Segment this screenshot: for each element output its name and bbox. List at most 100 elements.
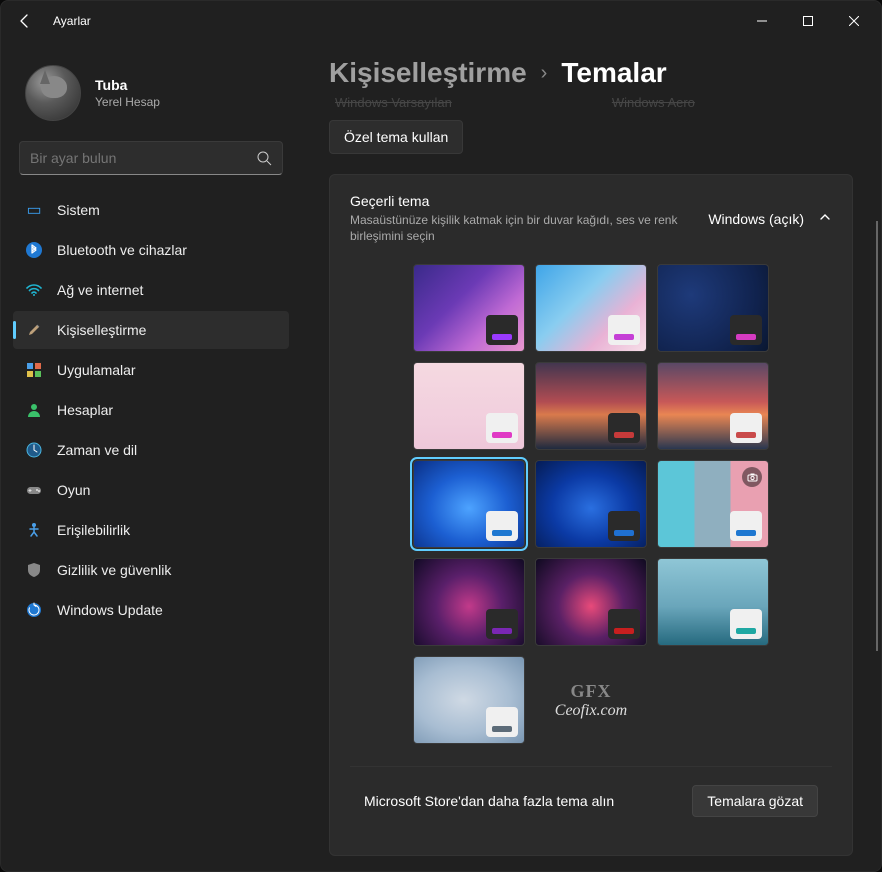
accent-swatch: [492, 726, 512, 732]
nav-label: Sistem: [57, 202, 100, 218]
theme-tile[interactable]: [657, 558, 769, 646]
theme-tile[interactable]: [413, 264, 525, 352]
camera-icon: [742, 467, 762, 487]
theme-tile[interactable]: [657, 264, 769, 352]
window-title: Ayarlar: [53, 14, 91, 28]
content-area: Kişiselleştirme › Temalar Windows Varsay…: [301, 41, 881, 871]
shield-icon: [25, 561, 43, 579]
search-input[interactable]: [30, 150, 256, 166]
mode-badge-dark: [608, 413, 640, 443]
nav-label: Gizlilik ve güvenlik: [57, 562, 171, 578]
mode-badge-dark: [486, 609, 518, 639]
mode-badge-light: [730, 609, 762, 639]
avatar: [25, 65, 81, 121]
nav-item-system[interactable]: ▭ Sistem: [13, 191, 289, 229]
nav-item-bluetooth[interactable]: Bluetooth ve cihazlar: [13, 231, 289, 269]
gamepad-icon: [25, 481, 43, 499]
profile-subtitle: Yerel Hesap: [95, 95, 160, 109]
chevron-up-icon[interactable]: [818, 210, 832, 227]
panel-footer: Microsoft Store'dan daha fazla tema alın…: [350, 766, 832, 835]
nav-item-privacy[interactable]: Gizlilik ve güvenlik: [13, 551, 289, 589]
mode-badge-light: [486, 413, 518, 443]
window-controls: [739, 6, 877, 36]
close-button[interactable]: [831, 6, 877, 36]
wifi-icon: [25, 281, 43, 299]
theme-tile-selected[interactable]: [413, 460, 525, 548]
search-box[interactable]: [19, 141, 283, 175]
mode-badge-light: [730, 413, 762, 443]
panel-header[interactable]: Geçerli tema Masaüstünüze kişilik katmak…: [350, 193, 832, 244]
nav-label: Oyun: [57, 482, 90, 498]
nav-label: Erişilebilirlik: [57, 522, 130, 538]
minimize-icon: [757, 16, 767, 26]
theme-tile-spotlight[interactable]: [657, 460, 769, 548]
system-icon: ▭: [25, 201, 43, 219]
theme-tile[interactable]: [413, 656, 525, 744]
accent-swatch: [614, 628, 634, 634]
watermark-bottom: Ceofix.com: [555, 702, 627, 720]
theme-tile[interactable]: [413, 558, 525, 646]
minimize-button[interactable]: [739, 6, 785, 36]
nav-item-network[interactable]: Ağ ve internet: [13, 271, 289, 309]
theme-tile[interactable]: [413, 362, 525, 450]
accent-swatch: [614, 334, 634, 340]
nav-label: Bluetooth ve cihazlar: [57, 242, 187, 258]
person-icon: [25, 401, 43, 419]
settings-window: Ayarlar Tuba Yerel Hesap: [0, 0, 882, 872]
theme-tile[interactable]: [535, 558, 647, 646]
accent-swatch: [492, 628, 512, 634]
nav-label: Kişiselleştirme: [57, 322, 146, 338]
theme-tile[interactable]: [535, 362, 647, 450]
truncated-prev-row: Windows Varsayılan Windows Aero: [335, 95, 853, 110]
theme-tile[interactable]: [535, 460, 647, 548]
mode-badge-light: [730, 511, 762, 541]
bluetooth-icon: [25, 241, 43, 259]
nav-item-accessibility[interactable]: Erişilebilirlik: [13, 511, 289, 549]
mode-badge-dark: [608, 609, 640, 639]
panel-title: Geçerli tema: [350, 193, 690, 209]
profile-name: Tuba: [95, 77, 160, 93]
accent-swatch: [736, 432, 756, 438]
clock-globe-icon: [25, 441, 43, 459]
mode-badge-light: [608, 315, 640, 345]
panel-subtitle: Masaüstünüze kişilik katmak için bir duv…: [350, 212, 690, 244]
titlebar: Ayarlar: [1, 1, 881, 41]
theme-grid: GFX Ceofix.com: [350, 264, 832, 744]
nav-label: Uygulamalar: [57, 362, 136, 378]
nav-item-timelang[interactable]: Zaman ve dil: [13, 431, 289, 469]
nav-label: Ağ ve internet: [57, 282, 143, 298]
nav-item-personalization[interactable]: Kişiselleştirme: [13, 311, 289, 349]
nav-item-windowsupdate[interactable]: Windows Update: [13, 591, 289, 629]
watermark: GFX Ceofix.com: [535, 656, 647, 744]
accent-swatch: [736, 530, 756, 536]
scrollbar[interactable]: [876, 221, 878, 651]
mode-badge-light: [486, 707, 518, 737]
maximize-button[interactable]: [785, 6, 831, 36]
accent-swatch: [492, 530, 512, 536]
accent-swatch: [492, 334, 512, 340]
current-theme-panel: Geçerli tema Masaüstünüze kişilik katmak…: [329, 174, 853, 856]
back-arrow-icon: [17, 13, 33, 29]
selected-theme-label: Windows (açık): [708, 211, 804, 227]
truncated-label: Windows Varsayılan: [335, 95, 452, 110]
breadcrumb-parent[interactable]: Kişiselleştirme: [329, 57, 527, 89]
watermark-top: GFX: [571, 681, 612, 702]
accent-swatch: [492, 432, 512, 438]
sidebar: Tuba Yerel Hesap ▭ Sistem Bluetooth ve c…: [1, 41, 301, 871]
mode-badge-light: [486, 511, 518, 541]
nav-item-gaming[interactable]: Oyun: [13, 471, 289, 509]
custom-theme-button[interactable]: Özel tema kullan: [329, 120, 463, 154]
paintbrush-icon: [25, 321, 43, 339]
mode-badge-dark: [608, 511, 640, 541]
update-icon: [25, 601, 43, 619]
nav-item-accounts[interactable]: Hesaplar: [13, 391, 289, 429]
nav-item-apps[interactable]: Uygulamalar: [13, 351, 289, 389]
profile-block[interactable]: Tuba Yerel Hesap: [9, 57, 293, 137]
accent-swatch: [736, 334, 756, 340]
browse-themes-button[interactable]: Temalara gözat: [692, 785, 818, 817]
theme-tile[interactable]: [657, 362, 769, 450]
back-button[interactable]: [5, 1, 45, 41]
theme-tile[interactable]: [535, 264, 647, 352]
maximize-icon: [803, 16, 813, 26]
close-icon: [849, 16, 859, 26]
